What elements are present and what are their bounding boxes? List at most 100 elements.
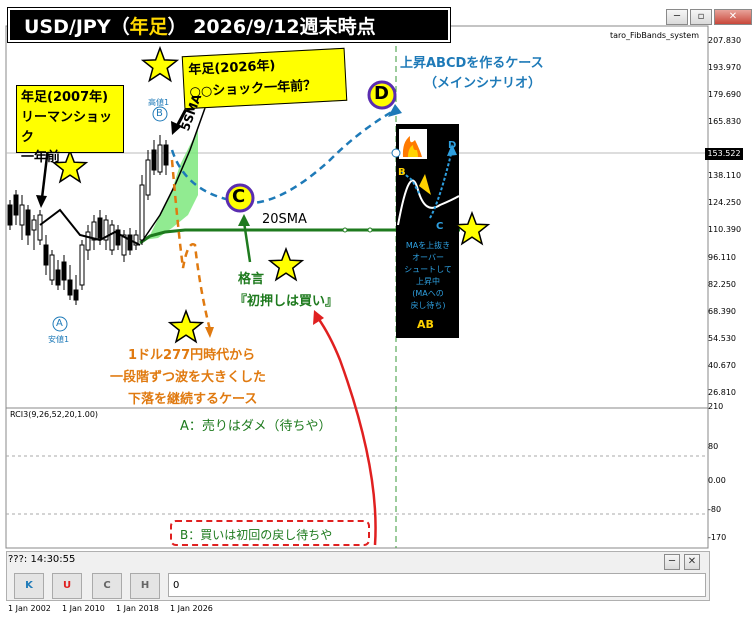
candle-body bbox=[13, 194, 19, 216]
date-label-2026: 1 Jan 2026 bbox=[170, 604, 213, 613]
candle-body bbox=[31, 219, 37, 231]
candle-body bbox=[55, 269, 61, 286]
point-B-label: B bbox=[156, 108, 163, 119]
candle-body bbox=[97, 217, 103, 239]
candle-body bbox=[19, 204, 25, 226]
rci-tick-label: -170 bbox=[708, 533, 727, 542]
date-label-2002: 1 Jan 2002 bbox=[8, 604, 51, 613]
candle-body bbox=[43, 244, 49, 266]
price-tick-label: 165.830 bbox=[708, 117, 742, 126]
rci-tick-label: -80 bbox=[708, 505, 722, 514]
callout-2007-line3: 一年前 bbox=[21, 150, 61, 165]
price-tick-label: 54.530 bbox=[708, 334, 736, 343]
callout-2026: 年足(2026年) ○○ショック一年前？ bbox=[181, 47, 348, 110]
sma20-label: 20SMA bbox=[262, 212, 307, 227]
date-label-2010: 1 Jan 2010 bbox=[62, 604, 105, 613]
point-A-sublabel: 安値1 bbox=[48, 335, 70, 344]
star-icon bbox=[267, 246, 305, 282]
candle-body bbox=[139, 184, 145, 241]
maxim-arrow bbox=[242, 221, 252, 263]
price-tick-label: 138.110 bbox=[708, 171, 742, 180]
title-suffix: ） 2026/9/12週末時点 bbox=[167, 16, 376, 38]
price-tick-label: 68.390 bbox=[708, 307, 736, 316]
price-tick-label: 26.810 bbox=[708, 388, 736, 397]
candle-body bbox=[163, 144, 169, 166]
star-icon bbox=[140, 45, 180, 83]
inset-D-label: D bbox=[448, 140, 457, 151]
candle-body bbox=[73, 289, 79, 301]
maximize-button[interactable]: ▫ bbox=[690, 9, 712, 25]
star-icon bbox=[167, 308, 205, 344]
minimize-button[interactable]: ─ bbox=[666, 9, 688, 25]
panel-minimize-button[interactable]: ─ bbox=[664, 554, 680, 570]
price-tick-label: 82.250 bbox=[708, 280, 736, 289]
bear-case-line2: 一段階ずつ波を大きくした bbox=[110, 370, 267, 385]
price-tick-label: 193.970 bbox=[708, 63, 742, 72]
price-tick-label: 40.670 bbox=[708, 361, 736, 370]
inset-text-line: (MAへの bbox=[412, 289, 444, 298]
chart-title: USD/JPY（年足） 2026/9/12週末時点 bbox=[8, 8, 450, 42]
inset-text-line: シュートして bbox=[404, 265, 452, 274]
candle-body bbox=[37, 214, 43, 241]
candle-body bbox=[85, 231, 91, 251]
h-button[interactable]: H bbox=[130, 573, 160, 599]
chart-window: USD/JPY（年足） 2026/9/12週末時点 ─ ▫ ✕ taro_Fib… bbox=[0, 0, 754, 627]
candle-body bbox=[67, 279, 73, 296]
date-label-2018: 1 Jan 2018 bbox=[116, 604, 159, 613]
panel-close-button[interactable]: ✕ bbox=[684, 554, 700, 570]
price-tick-label: 110.390 bbox=[708, 225, 742, 234]
point-C-label: C bbox=[232, 186, 246, 207]
sma5-fill bbox=[143, 130, 198, 240]
candle-body bbox=[49, 254, 55, 281]
price-tick-label: 124.250 bbox=[708, 198, 742, 207]
maxim-line2: 『初押しは買い』 bbox=[234, 294, 339, 309]
command-input[interactable]: 0 bbox=[168, 573, 706, 597]
scenario-main-line2: （メインシナリオ） bbox=[424, 76, 542, 91]
bear-case-line1: 1ドル277円時代から bbox=[128, 348, 256, 363]
rci-tick-label: 80 bbox=[708, 442, 719, 451]
bear-case-line3: 下落を継続するケース bbox=[128, 392, 258, 407]
callout-2007-line1: 年足(2007年) bbox=[21, 90, 109, 105]
inset-text-line: 上昇中 bbox=[416, 277, 440, 286]
rci-tick-label: 210 bbox=[708, 402, 724, 411]
inset-C-label: C bbox=[436, 221, 444, 232]
candle-body bbox=[151, 149, 157, 171]
candle-body bbox=[127, 234, 133, 251]
candle-body bbox=[145, 159, 151, 196]
u-button[interactable]: U bbox=[52, 573, 82, 599]
inset-label: AB bbox=[417, 318, 434, 331]
candle-body bbox=[25, 209, 31, 236]
inset-text-line: オーバー bbox=[412, 253, 444, 262]
projection-bullish bbox=[170, 108, 396, 205]
bottom-panel-title: ???: 14:30:55 bbox=[8, 554, 76, 565]
scenario-main-line1: 上昇ABCDを作るケース bbox=[400, 56, 544, 71]
c-button[interactable]: C bbox=[92, 573, 122, 599]
close-button[interactable]: ✕ bbox=[714, 9, 752, 25]
price-tick-label: 179.690 bbox=[708, 90, 742, 99]
symbol-label: taro_FibBands_system bbox=[610, 31, 699, 40]
callout-2007-line2: リーマンショック bbox=[21, 110, 113, 145]
title-highlight: 年足 bbox=[129, 16, 168, 38]
point-B-sublabel: 高値1 bbox=[148, 98, 170, 107]
inset-text: MAを上抜き オーバーシュートして 上昇中 (MAへの戻し待ち) bbox=[397, 240, 459, 312]
title-prefix: USD/JPY（ bbox=[24, 16, 130, 38]
k-button[interactable]: K bbox=[14, 573, 44, 599]
candle-body bbox=[79, 244, 85, 286]
price-tick-label: 207.830 bbox=[708, 36, 742, 45]
inset-B-label: B bbox=[398, 167, 406, 178]
candle-body bbox=[109, 224, 115, 251]
rci-note-a: A：売りはダメ（待ちや） bbox=[180, 419, 332, 434]
main-plot-frame bbox=[5, 25, 709, 409]
inset-text-line: MAを上抜き bbox=[405, 241, 451, 250]
point-A-label: A bbox=[56, 318, 63, 329]
candle-body bbox=[157, 144, 163, 173]
inset-text-line: 戻し待ち) bbox=[410, 301, 446, 310]
callout-2007: 年足(2007年) リーマンショック 一年前 bbox=[16, 85, 124, 165]
rci-note-b: B：買いは初回の戻し待ちや bbox=[180, 528, 333, 542]
candle-body bbox=[61, 261, 67, 281]
price-tick-label: 96.110 bbox=[708, 253, 736, 262]
current-price-tag: 153.522 bbox=[705, 148, 743, 160]
maxim-line1: 格言 bbox=[238, 272, 265, 287]
rci-tick-label: 0.00 bbox=[708, 476, 726, 485]
rci-title: RCI3(9,26,52,20,1.00) bbox=[10, 410, 99, 419]
